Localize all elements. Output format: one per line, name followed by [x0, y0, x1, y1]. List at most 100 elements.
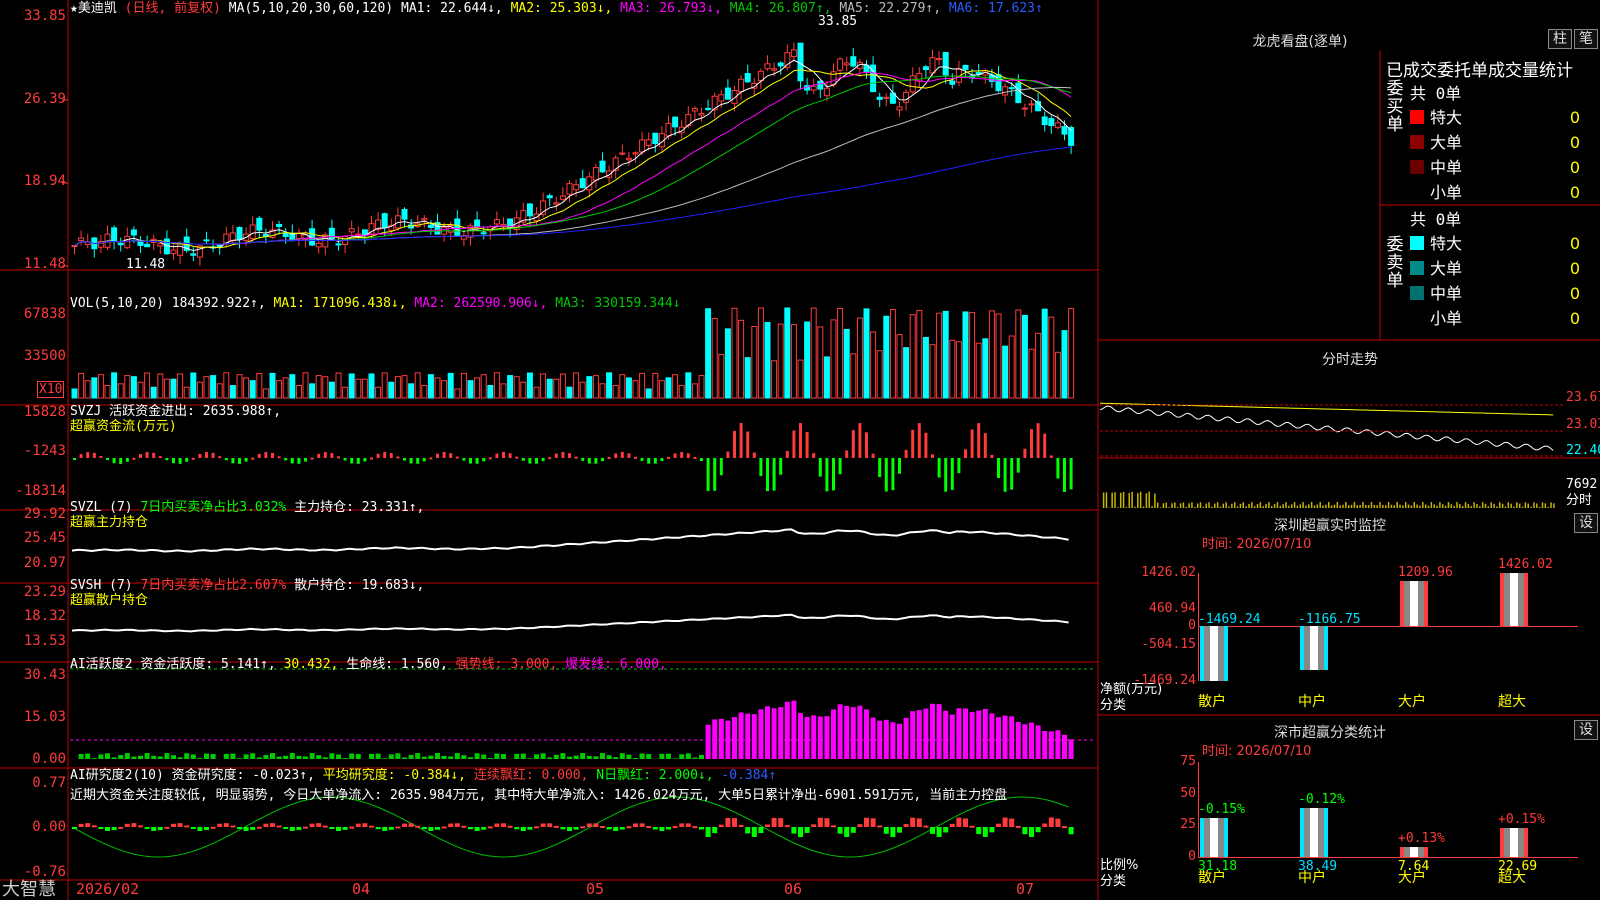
bar-value-label: 1426.02	[1498, 557, 1553, 572]
candle-body	[942, 51, 949, 76]
fund-flow-bar	[475, 458, 479, 464]
activity-bar	[230, 753, 236, 759]
fund-flow-bar	[884, 458, 888, 492]
intraday-volume-bar	[1194, 506, 1196, 508]
ma-definition: MA(5,10,20,30,60,120)	[228, 1, 394, 16]
intraday-volume-bar	[1117, 507, 1119, 508]
candle-body	[78, 237, 85, 242]
order-percent: 0%	[1580, 133, 1600, 152]
ma-line	[74, 59, 1072, 252]
order-percent: 0%	[1580, 309, 1600, 328]
research-bar	[230, 825, 236, 828]
intraday-volume-bar	[1416, 504, 1418, 508]
volume-bar	[592, 375, 599, 399]
research-bar	[428, 827, 434, 831]
activity-bar	[441, 755, 447, 759]
order-color-swatch	[1410, 311, 1424, 325]
fund-flow-bar	[904, 449, 908, 458]
sz-class-settings-button[interactable]: 设	[1574, 720, 1598, 740]
activity-bar	[646, 754, 652, 759]
candle-body	[1015, 82, 1022, 104]
fund-flow-bar	[1069, 458, 1073, 490]
svsh-hold: 散户持仓: 19.683↓,	[294, 578, 425, 593]
activity-bar	[91, 758, 97, 759]
candle-body	[157, 243, 164, 247]
ai-research-axis-tick: 0.77	[32, 775, 66, 791]
candle-body	[71, 245, 78, 248]
order-percent: 0%	[1580, 284, 1600, 303]
intraday-volume-bar	[1390, 504, 1393, 508]
main-chart-canvas[interactable]	[0, 0, 1600, 900]
activity-bar	[580, 753, 586, 759]
vol-value: 184392.922↑,	[171, 296, 266, 311]
activity-bar	[910, 711, 916, 759]
volume-bar	[163, 378, 170, 399]
research-bar	[567, 827, 572, 831]
activity-bar	[223, 753, 229, 759]
activity-bar	[270, 753, 275, 759]
activity-bar	[949, 714, 955, 759]
research-bar	[890, 827, 896, 837]
fund-flow-bar	[244, 458, 248, 462]
tab-volume-stats[interactable]: 成交量统计	[1488, 61, 1573, 81]
activity-bar	[98, 754, 104, 759]
volume-bar	[196, 381, 203, 399]
candle-body	[1054, 122, 1061, 128]
candle-body	[144, 243, 151, 248]
activity-bar	[428, 755, 434, 759]
research-bar	[481, 827, 487, 830]
stock-name[interactable]: ★美迪凯	[70, 1, 117, 16]
fund-flow-bar	[178, 458, 182, 464]
volume-bar	[982, 338, 989, 399]
activity-bar	[263, 755, 269, 759]
ai-research-avg: 平均研究度: -0.384↓,	[322, 768, 467, 783]
research-bar	[441, 826, 447, 829]
intraday-volume-bar	[1208, 502, 1210, 508]
fund-flow-bar	[99, 455, 103, 458]
volume-bar	[546, 378, 553, 399]
order-percent: 0%	[1580, 183, 1600, 202]
intraday-volume-bar	[1222, 503, 1225, 508]
research-bar	[118, 826, 124, 829]
volume-bar	[269, 372, 276, 399]
research-bar	[184, 825, 190, 828]
intraday-volume-bar	[1404, 502, 1407, 508]
research-bar	[864, 817, 869, 827]
ai-research-e: -0.384↑	[721, 768, 777, 783]
intraday-volume-bar	[1188, 503, 1190, 508]
tab-orders[interactable]: 委托单	[1437, 61, 1488, 81]
volume-bar	[414, 372, 421, 399]
intraday-volume-bar	[1137, 493, 1139, 508]
intraday-volume-bar	[1157, 502, 1159, 508]
volume-bar	[249, 380, 256, 399]
intraday-volume-bar	[1316, 504, 1319, 508]
activity-bar	[996, 717, 1001, 759]
volume-bar	[454, 388, 461, 399]
activity-bar	[342, 758, 348, 759]
candle-body	[790, 49, 797, 58]
period-mode[interactable]: (日线, 前复权)	[125, 1, 221, 16]
order-percent: 0%	[1580, 234, 1600, 253]
fund-flow-bar	[614, 453, 618, 458]
tab-filled[interactable]: 已成交	[1386, 61, 1437, 81]
intraday-volume-bar	[1359, 504, 1361, 508]
activity-bar	[78, 753, 84, 759]
activity-bar	[553, 754, 559, 759]
research-bar	[276, 825, 282, 828]
intraday-volume-bar	[1541, 502, 1544, 508]
bar-mode-button[interactable]: 柱	[1548, 29, 1572, 49]
tick-mode-button[interactable]: 笔	[1574, 29, 1598, 49]
volume-bar	[480, 374, 487, 399]
volume-bar	[111, 372, 118, 399]
research-bar	[402, 823, 407, 827]
ma-line	[74, 75, 1072, 246]
research-bar	[421, 827, 427, 830]
sz-monitor-settings-button[interactable]: 设	[1574, 513, 1598, 533]
fund-flow-bar	[634, 456, 637, 459]
research-bar	[870, 818, 876, 827]
chart-axis-tick: 75	[1180, 754, 1196, 769]
intraday-volume-bar	[1410, 505, 1413, 508]
activity-bar	[1035, 725, 1041, 759]
volume-bar	[771, 360, 778, 399]
candle-body	[764, 63, 771, 70]
